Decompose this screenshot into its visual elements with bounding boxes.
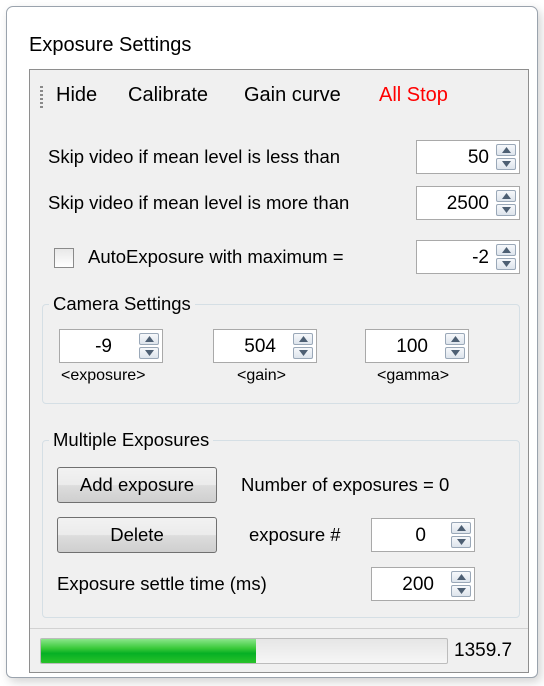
gamma-spinner[interactable]: 100 (365, 329, 469, 363)
exposure-caption: <exposure> (61, 367, 146, 384)
exposure-value[interactable]: -9 (95, 336, 112, 358)
spin-down-icon[interactable] (139, 347, 159, 359)
window-client-area: Hide Calibrate Gain curve All Stop Skip … (29, 69, 529, 673)
menu-bar: Hide Calibrate Gain curve All Stop (30, 70, 528, 120)
toolbar-grip-icon[interactable] (40, 86, 43, 108)
gamma-caption: <gamma> (377, 367, 450, 384)
spin-down-icon[interactable] (451, 536, 471, 548)
multiple-exposures-title: Multiple Exposures (49, 429, 214, 451)
status-divider (30, 628, 528, 629)
exposure-settings-window: Exposure Settings Hide Calibrate Gain cu… (6, 6, 538, 678)
spin-up-icon[interactable] (496, 190, 516, 202)
spin-down-icon[interactable] (445, 347, 465, 359)
menu-all-stop[interactable]: All Stop (379, 84, 448, 107)
exposure-number-value[interactable]: 0 (415, 525, 426, 547)
menu-gain-curve[interactable]: Gain curve (244, 84, 341, 107)
exposure-number-label: exposure # (249, 524, 341, 545)
spin-down-icon[interactable] (496, 258, 516, 270)
spin-up-icon[interactable] (451, 571, 471, 583)
settle-time-spinner[interactable]: 200 (371, 567, 475, 601)
gain-spinner[interactable]: 504 (213, 329, 317, 363)
camera-settings-group: Camera Settings -9 <exposure> 504 <gain>… (42, 293, 520, 404)
delete-button[interactable]: Delete (57, 517, 217, 553)
add-exposure-button[interactable]: Add exposure (57, 467, 217, 503)
auto-exposure-label[interactable]: AutoExposure with maximum = (88, 246, 344, 268)
settle-time-value[interactable]: 200 (402, 574, 434, 596)
auto-exposure-max-spinner[interactable]: -2 (416, 240, 520, 274)
menu-calibrate[interactable]: Calibrate (128, 84, 208, 107)
skip-high-spinner[interactable]: 2500 (416, 186, 520, 220)
spin-down-icon[interactable] (496, 158, 516, 170)
exposure-spinner[interactable]: -9 (59, 329, 163, 363)
spin-up-icon[interactable] (445, 333, 465, 345)
gamma-value[interactable]: 100 (396, 336, 428, 358)
spin-down-icon[interactable] (293, 347, 313, 359)
auto-exposure-checkbox[interactable] (54, 248, 74, 268)
skip-high-label: Skip video if mean level is more than (48, 192, 350, 213)
spin-down-icon[interactable] (451, 585, 471, 597)
skip-high-value[interactable]: 2500 (447, 193, 489, 215)
progress-bar (40, 638, 448, 664)
auto-exposure-max-value[interactable]: -2 (472, 247, 489, 269)
status-value: 1359.7 (454, 640, 513, 661)
gain-caption: <gain> (237, 367, 286, 384)
multiple-exposures-group: Multiple Exposures Add exposure Number o… (42, 429, 520, 618)
spin-up-icon[interactable] (496, 144, 516, 156)
settle-time-label: Exposure settle time (ms) (57, 573, 267, 594)
skip-low-spinner[interactable]: 50 (416, 140, 520, 174)
spin-down-icon[interactable] (496, 204, 516, 216)
exposure-number-spinner[interactable]: 0 (371, 518, 475, 552)
spin-up-icon[interactable] (451, 522, 471, 534)
skip-low-value[interactable]: 50 (468, 147, 489, 169)
spin-up-icon[interactable] (496, 244, 516, 256)
camera-settings-title: Camera Settings (49, 293, 195, 315)
skip-low-label: Skip video if mean level is less than (48, 146, 341, 167)
progress-fill (41, 639, 257, 663)
window-title: Exposure Settings (29, 34, 192, 56)
spin-up-icon[interactable] (293, 333, 313, 345)
gain-value[interactable]: 504 (244, 336, 276, 358)
exposure-count-label: Number of exposures = 0 (241, 474, 450, 495)
spin-up-icon[interactable] (139, 333, 159, 345)
menu-hide[interactable]: Hide (56, 84, 97, 107)
